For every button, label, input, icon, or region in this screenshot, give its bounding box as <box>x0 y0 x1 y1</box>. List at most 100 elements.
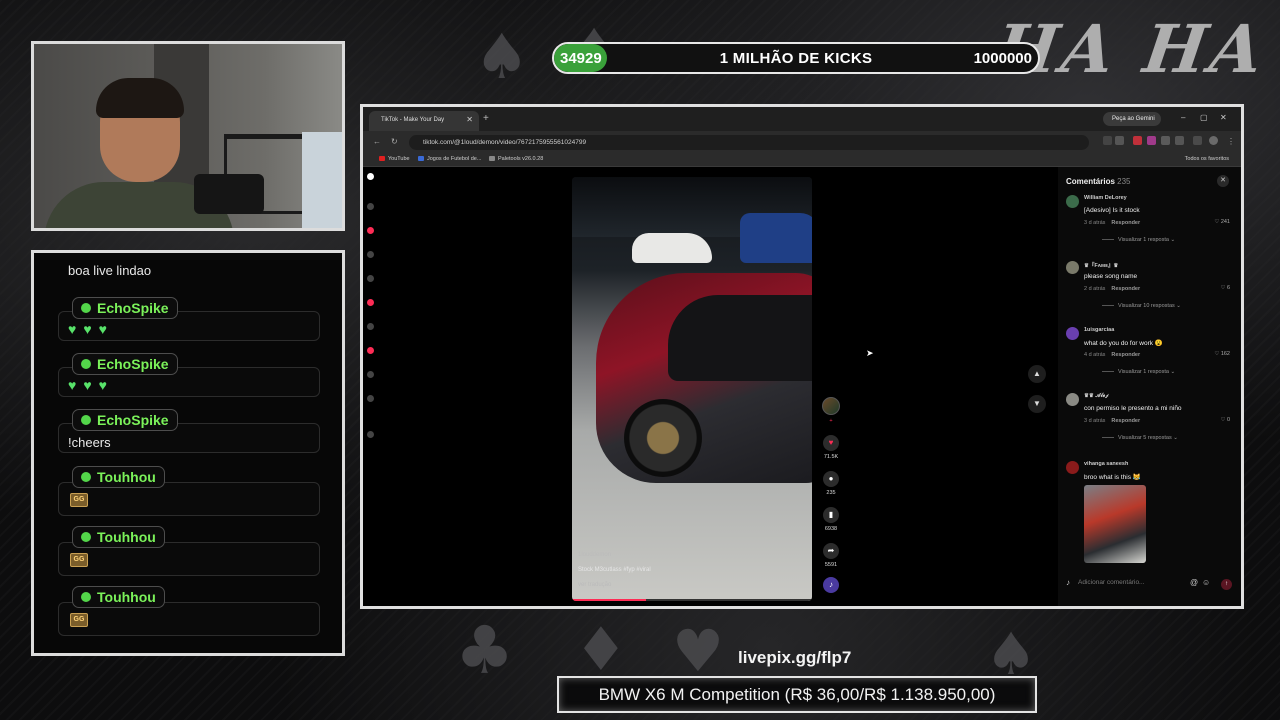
follow-plus-icon[interactable]: + <box>818 418 844 424</box>
chat-username: Touhhou <box>72 526 165 548</box>
extension-icon[interactable] <box>1133 136 1142 145</box>
close-tab-icon[interactable]: ✕ <box>466 115 473 124</box>
reply-button[interactable]: Responder <box>1111 220 1140 226</box>
upload-icon[interactable] <box>367 371 374 378</box>
reply-button[interactable]: Responder <box>1111 286 1140 292</box>
ask-gemini-button[interactable]: Peça ao Gemini <box>1103 112 1161 126</box>
reply-button[interactable]: Responder <box>1111 352 1140 358</box>
comment-like-button[interactable]: ♡ 6 <box>1220 285 1230 291</box>
tab-search-icon[interactable] <box>1193 136 1202 145</box>
kicks-goal-bar: 34929 1 MILHÃO DE KICKS 1000000 <box>552 42 1040 74</box>
close-window-icon[interactable]: ✕ <box>1220 113 1227 122</box>
comment-username[interactable]: 1uisgarciaa <box>1084 327 1114 333</box>
comment-input[interactable]: Adicionar comentário... <box>1078 579 1144 586</box>
close-comments-icon[interactable]: ✕ <box>1217 175 1229 187</box>
puzzle-icon[interactable] <box>1175 136 1184 145</box>
comment-like-button[interactable]: ♡ 241 <box>1214 219 1230 225</box>
menu-icon[interactable]: ⋮ <box>1227 137 1235 146</box>
tiktok-video[interactable]: 1louddemon Stock M3cutlass #fyp #viral v… <box>572 177 812 601</box>
green-heart-emotes: ♥♥♥ <box>68 377 114 393</box>
avatar <box>822 397 840 415</box>
comment-username[interactable]: William DeLorey <box>1084 195 1127 201</box>
comment-username[interactable]: vihanga saneesh <box>1084 461 1128 467</box>
reload-icon[interactable]: ↻ <box>391 137 398 146</box>
share-button[interactable]: ➦ 5591 <box>818 543 844 568</box>
view-replies-button[interactable]: Visualizar 1 resposta ⌄ <box>1102 369 1175 375</box>
next-video-button[interactable]: ▼ <box>1028 395 1046 413</box>
explore-icon[interactable] <box>367 251 374 258</box>
comment-like-button[interactable]: ♡ 162 <box>1214 351 1230 357</box>
creator-avatar[interactable]: + <box>818 397 844 424</box>
bookmark-youtube[interactable]: YouTube <box>379 156 410 162</box>
messages-icon[interactable] <box>367 347 374 354</box>
comment-button[interactable]: ● 235 <box>818 471 844 496</box>
emoji-icon[interactable]: ☺ <box>1202 578 1210 587</box>
mention-icon[interactable]: @ <box>1190 578 1198 587</box>
mouse-cursor-icon: ➤ <box>866 348 874 358</box>
club-decoration: ♣ <box>455 612 515 689</box>
following-icon[interactable] <box>367 275 374 282</box>
blue-truck <box>740 213 812 263</box>
tiktok-icon: ♪ <box>1066 578 1070 587</box>
save-button[interactable]: ▮ 6938 <box>818 507 844 532</box>
extension-icon[interactable] <box>1161 136 1170 145</box>
extension-icon[interactable] <box>1147 136 1156 145</box>
chat-panel: boa live lindao EchoSpike ♥♥♥ EchoSpike … <box>31 250 345 656</box>
all-bookmarks[interactable]: Todos os favoritos <box>1185 156 1229 162</box>
star-icon[interactable] <box>1115 136 1124 145</box>
bookmark-paletools[interactable]: Paletools v26.0.28 <box>489 156 543 162</box>
verified-icon <box>81 472 91 482</box>
comment-image[interactable] <box>1084 485 1146 563</box>
music-disc[interactable]: ♪ <box>818 577 844 593</box>
bookmark-futebol[interactable]: Jogos de Futebol de... <box>418 156 481 162</box>
comment-avatar[interactable] <box>1066 393 1079 406</box>
back-icon[interactable]: ← <box>373 137 381 146</box>
like-button[interactable]: ♥ 71.5K <box>818 435 844 460</box>
comment-input-area: ♪ Adicionar comentário... @ ☺ ↑ <box>1066 577 1234 593</box>
foryou-icon[interactable] <box>367 227 374 234</box>
goal-title: 1 MILHÃO DE KICKS <box>719 50 873 67</box>
see-translation-link[interactable]: ver tradução <box>578 578 651 593</box>
gg-emote: GG <box>70 613 88 627</box>
view-replies-button[interactable]: Visualizar 10 respostas ⌄ <box>1102 303 1181 309</box>
comment-avatar[interactable] <box>1066 327 1079 340</box>
livepix-link: livepix.gg/flp7 <box>738 648 852 667</box>
prize-goal-banner: BMW X6 M Competition (R$ 36,00/R$ 1.138.… <box>557 676 1037 713</box>
address-bar[interactable]: tiktok.com/@1loud/demon/video/7672175955… <box>409 135 1089 150</box>
view-replies-button[interactable]: Visualizar 1 resposta ⌄ <box>1102 237 1175 243</box>
stream-overlay: ♠ ♠ ♣ ♦ ♥ ♠ HA HA 34929 1 MILHÃO DE KICK… <box>0 0 1280 720</box>
share-icon: ➦ <box>823 543 839 559</box>
comment-username[interactable]: ♛『Fᴀᴍᴇ』♛ <box>1084 261 1118 269</box>
previous-video-button[interactable]: ▲ <box>1028 365 1046 383</box>
comment-text: [Adesivo] Is it stock <box>1084 207 1140 214</box>
spade-decoration: ♠ <box>474 20 530 93</box>
comments-count: 235 <box>1117 177 1131 186</box>
comment-avatar[interactable] <box>1066 195 1079 208</box>
send-icon[interactable]: ↑ <box>1221 579 1232 590</box>
reply-button[interactable]: Responder <box>1111 418 1140 424</box>
translate-icon[interactable] <box>1103 136 1112 145</box>
comment-username[interactable]: ♛♛ 𝓐𝓵𝓮𝓳 <box>1084 393 1109 400</box>
live-icon[interactable] <box>367 299 374 306</box>
chat-username: EchoSpike <box>72 353 178 375</box>
profile-icon[interactable] <box>367 395 374 402</box>
minimize-icon[interactable]: – <box>1181 113 1185 122</box>
profile-avatar[interactable] <box>1209 136 1218 145</box>
comment-like-button[interactable]: ♡ 0 <box>1220 417 1230 423</box>
view-replies-button[interactable]: Visualizar 5 respostas ⌄ <box>1102 435 1178 441</box>
tiktok-logo-icon[interactable] <box>367 173 374 180</box>
goal-target: 1000000 <box>973 50 1032 67</box>
comment-text: please song name <box>1084 273 1138 280</box>
comment-avatar[interactable] <box>1066 261 1079 274</box>
more-icon[interactable] <box>367 431 374 438</box>
bookmark-icon: ▮ <box>823 507 839 523</box>
maximize-icon[interactable]: ▢ <box>1200 113 1208 122</box>
video-description: Stock M3cutlass #fyp #viral <box>578 567 651 573</box>
tab-tiktok[interactable]: TikTok - Make Your Day ✕ <box>369 111 479 131</box>
video-username[interactable]: 1louddemon <box>578 548 651 563</box>
comment-avatar[interactable] <box>1066 461 1079 474</box>
friends-icon[interactable] <box>367 323 374 330</box>
new-tab-icon[interactable]: + <box>483 113 489 124</box>
search-icon[interactable] <box>367 203 374 210</box>
video-progress-bar[interactable] <box>572 599 812 601</box>
